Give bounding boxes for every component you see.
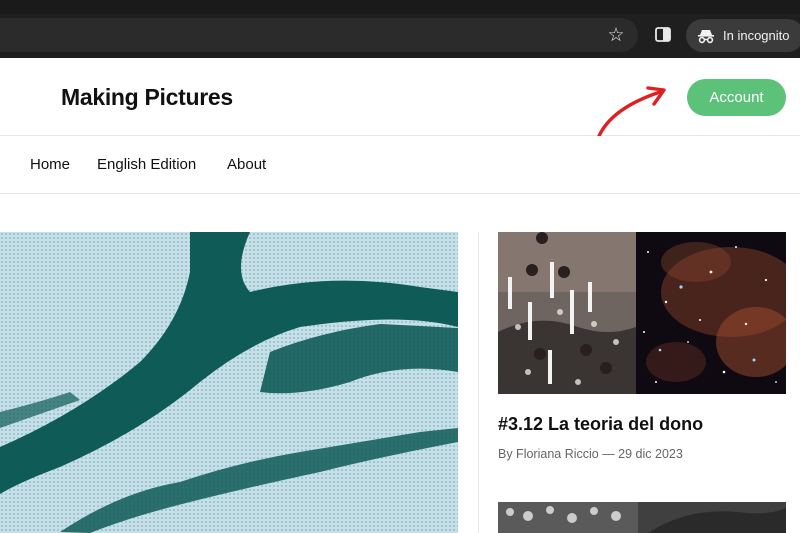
- nav-item-about[interactable]: About: [227, 156, 266, 173]
- incognito-label: In incognito: [723, 28, 790, 43]
- incognito-icon: [697, 28, 715, 44]
- nav-item-english-edition[interactable]: English Edition: [97, 156, 196, 173]
- incognito-indicator[interactable]: In incognito: [686, 19, 800, 52]
- column-divider: [478, 232, 479, 533]
- annotation-arrow-icon: [597, 86, 666, 138]
- post-thumbnail[interactable]: [498, 232, 786, 394]
- account-button[interactable]: Account: [687, 79, 786, 116]
- thumbnail-right-panel: [636, 232, 786, 394]
- nav-item-home[interactable]: Home: [30, 156, 70, 173]
- site-header: Making Pictures Account: [0, 58, 800, 136]
- post-meta: By Floriana Riccio — 29 dic 2023: [498, 447, 683, 461]
- thumbnail-left-panel: [498, 232, 636, 394]
- tab-strip: [0, 0, 800, 14]
- post-title[interactable]: #3.12 La teoria del dono: [498, 414, 703, 435]
- main-nav: Home English Edition About: [0, 136, 800, 194]
- browser-toolbar: ☆ In incognito: [0, 0, 800, 58]
- featured-image[interactable]: [0, 232, 458, 533]
- star-icon[interactable]: ☆: [605, 24, 627, 46]
- address-bar[interactable]: [0, 18, 638, 52]
- next-post-thumbnail[interactable]: [498, 502, 786, 533]
- side-panel-icon[interactable]: [652, 25, 674, 45]
- site-title[interactable]: Making Pictures: [61, 84, 233, 111]
